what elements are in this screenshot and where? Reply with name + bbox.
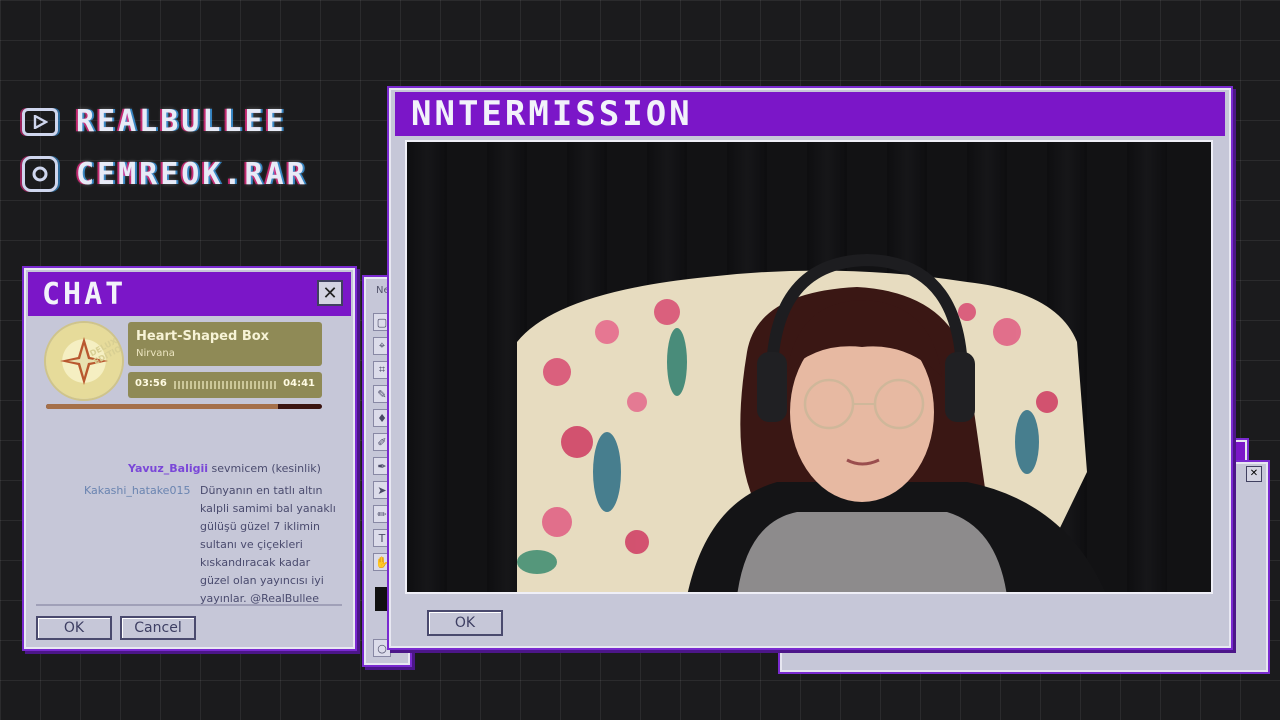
intermission-titlebar[interactable]: NNTERMISSION [395,92,1225,136]
song-progress-fill [46,404,278,409]
song-progress-bar [46,404,322,409]
album-art: DELUXE EDITION [46,323,122,399]
playback-time: 03:56 04:41 [128,372,322,398]
close-icon[interactable]: ✕ [1246,466,1262,482]
instagram-icon [22,156,58,192]
youtube-handle: REALBULLEE [22,104,287,139]
chat-message: Kakashi_hatake015 Dünyanın en tatlı altı… [84,482,336,605]
window-title: NNTERMISSION [411,94,693,134]
chat-window: CHAT ✕ DELUXE EDITION Heart-Shaped Box N… [24,268,355,649]
chat-username: Yavuz_Baligii [128,462,209,475]
chat-title: CHAT [42,276,127,312]
ok-button[interactable]: OK [427,610,503,636]
ok-button[interactable]: OK [36,616,112,640]
total-time: 04:41 [283,378,315,389]
now-playing-card: Heart-Shaped Box Nirvana [128,322,322,366]
webcam-video [405,140,1213,594]
instagram-handle: CEMREOK.RAR [22,156,308,192]
artist-name: Nirvana [136,348,175,359]
chat-message: Yavuz_Baligii sevmicem (kesinlik) [128,460,321,478]
chat-username: Kakashi_hatake015 [84,484,191,497]
chat-titlebar[interactable]: CHAT ✕ [28,272,351,316]
divider [36,604,342,606]
color-swatch[interactable] [375,587,389,611]
close-icon[interactable]: ✕ [317,280,343,306]
intermission-window: NNTERMISSION OK [389,88,1231,648]
waveform [174,381,278,389]
cancel-button[interactable]: Cancel [120,616,196,640]
youtube-handle-text: REALBULLEE [76,104,287,139]
youtube-icon [22,107,58,136]
elapsed-time: 03:56 [135,378,167,389]
song-title: Heart-Shaped Box [136,329,270,344]
instagram-handle-text: CEMREOK.RAR [76,156,308,192]
chat-text: sevmicem (kesinlik) [211,462,321,475]
chat-text: Dünyanın en tatlı altın kalpli samimi ba… [200,484,336,605]
webcam-image [407,142,1211,592]
